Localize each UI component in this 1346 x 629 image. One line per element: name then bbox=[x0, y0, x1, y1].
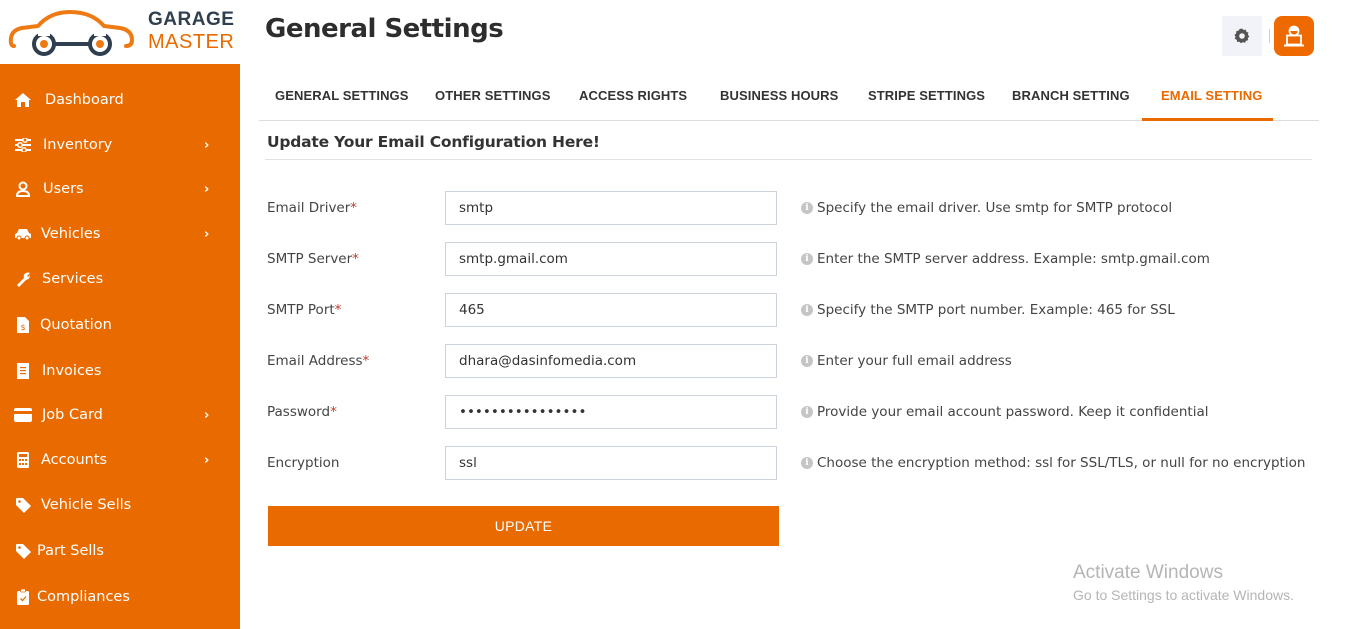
required-marker: * bbox=[352, 251, 359, 267]
info-icon: i bbox=[801, 202, 813, 214]
sidebar-item-dashboard[interactable]: Dashboard bbox=[0, 80, 240, 120]
chevron-right-icon: › bbox=[204, 226, 210, 242]
email-driver-help: i Specify the email driver. Use smtp for … bbox=[801, 200, 1172, 216]
home-icon bbox=[14, 91, 32, 109]
settings-button[interactable] bbox=[1222, 16, 1262, 56]
required-marker: * bbox=[334, 302, 342, 318]
smtp-port-input[interactable] bbox=[445, 293, 777, 327]
sidebar-item-inventory[interactable]: Inventory › bbox=[0, 125, 240, 165]
form-row-password: Password* iProvide your email account pa… bbox=[0, 395, 1346, 429]
required-marker: * bbox=[330, 404, 337, 420]
sidebar-item-vehicle-sells[interactable]: Vehicle Sells bbox=[0, 485, 240, 525]
page-title: General Settings bbox=[265, 14, 504, 44]
encryption-input[interactable] bbox=[445, 446, 777, 480]
active-tab-indicator bbox=[1142, 118, 1273, 121]
tab-business-hours[interactable]: BUSINESS HOURS bbox=[720, 88, 838, 103]
profile-avatar-button[interactable] bbox=[1274, 16, 1314, 56]
form-row-encryption: Encryption iChoose the encryption method… bbox=[0, 446, 1346, 480]
email-address-help: i Enter your full email address bbox=[801, 353, 1012, 369]
tab-access-rights[interactable]: ACCESS RIGHTS bbox=[579, 88, 687, 103]
sidebar-item-label: Vehicle Sells bbox=[41, 497, 132, 513]
brand-line1: GARAGE bbox=[148, 9, 235, 30]
tab-email-setting[interactable]: EMAIL SETTING bbox=[1161, 88, 1262, 103]
sidebar-item-compliances[interactable]: Compliances bbox=[0, 577, 240, 617]
car-icon bbox=[14, 225, 32, 243]
sliders-icon bbox=[14, 136, 32, 154]
sidebar-item-label: Vehicles bbox=[41, 226, 101, 242]
tab-branch-setting[interactable]: BRANCH SETTING bbox=[1012, 88, 1130, 103]
password-input[interactable] bbox=[445, 395, 777, 429]
form-row-email-driver: Email Driver* iSpecify the email driver.… bbox=[0, 191, 1346, 225]
sidebar-item-label: Inventory bbox=[43, 137, 113, 153]
watermark-subtitle: Go to Settings to activate Windows. bbox=[1073, 587, 1294, 603]
car-wrench-logo-icon bbox=[8, 9, 135, 56]
gear-icon bbox=[1234, 28, 1250, 44]
smtp-server-input[interactable] bbox=[445, 242, 777, 276]
brand-line2: MASTER bbox=[148, 31, 235, 53]
form-row-email-address: Email Address* iEnter your full email ad… bbox=[0, 344, 1346, 378]
tab-other-settings[interactable]: OTHER SETTINGS bbox=[435, 88, 551, 103]
tag-icon bbox=[14, 542, 32, 560]
sidebar-item-label: Dashboard bbox=[45, 92, 124, 108]
header-divider bbox=[1269, 29, 1270, 43]
sidebar-item-part-sells[interactable]: Part Sells bbox=[0, 531, 240, 571]
info-icon: i bbox=[801, 355, 813, 367]
required-marker: * bbox=[362, 353, 370, 369]
section-title: Update Your Email Configuration Here! bbox=[267, 133, 600, 151]
email-address-label: Email Address* bbox=[267, 353, 370, 369]
clipboard-check-icon bbox=[14, 588, 32, 606]
update-button[interactable]: UPDATE bbox=[268, 506, 779, 546]
form-row-smtp-server: SMTP Server* iEnter the SMTP server addr… bbox=[0, 242, 1346, 276]
user-laptop-icon bbox=[1284, 25, 1304, 47]
info-icon: i bbox=[801, 457, 813, 469]
smtp-server-label: SMTP Server* bbox=[267, 251, 359, 267]
smtp-port-help: i Specify the SMTP port number. Example: … bbox=[801, 302, 1175, 318]
encryption-label: Encryption bbox=[267, 455, 340, 471]
password-help: i Provide your email account password. Ke… bbox=[801, 404, 1208, 420]
email-driver-input[interactable] bbox=[445, 191, 777, 225]
tab-general-settings[interactable]: GENERAL SETTINGS bbox=[275, 88, 409, 103]
info-icon: i bbox=[801, 304, 813, 316]
settings-tabs: GENERAL SETTINGS OTHER SETTINGS ACCESS R… bbox=[259, 72, 1319, 121]
encryption-help: i Choose the encryption method: ssl for S… bbox=[801, 455, 1305, 471]
email-address-input[interactable] bbox=[445, 344, 777, 378]
smtp-server-help: i Enter the SMTP server address. Example:… bbox=[801, 251, 1210, 267]
tag-icon bbox=[14, 496, 32, 514]
info-icon: i bbox=[801, 253, 813, 265]
brand-logo[interactable]: GARAGE MASTER bbox=[0, 0, 240, 67]
tab-stripe-settings[interactable]: STRIPE SETTINGS bbox=[868, 88, 985, 103]
section-divider bbox=[265, 159, 1312, 160]
email-driver-label: Email Driver* bbox=[267, 200, 358, 216]
smtp-port-label: SMTP Port* bbox=[267, 302, 342, 318]
form-row-smtp-port: SMTP Port* iSpecify the SMTP port number… bbox=[0, 293, 1346, 327]
password-label: Password* bbox=[267, 404, 337, 420]
watermark-title: Activate Windows bbox=[1073, 562, 1223, 583]
chevron-right-icon: › bbox=[204, 137, 210, 153]
sidebar-item-label: Compliances bbox=[37, 589, 130, 605]
sidebar-item-label: Part Sells bbox=[37, 543, 104, 559]
windows-activation-watermark: Activate Windows Go to Settings to activ… bbox=[1073, 562, 1294, 603]
required-marker: * bbox=[350, 200, 358, 216]
info-icon: i bbox=[801, 406, 813, 418]
